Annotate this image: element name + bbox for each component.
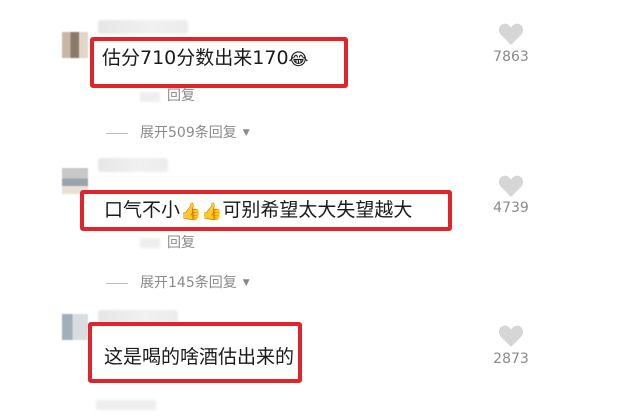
like-count: 2873: [493, 351, 529, 367]
expand-replies-button[interactable]: 展开145条回复 ▼: [106, 272, 250, 292]
like-count: 4739: [493, 200, 529, 216]
reply-button[interactable]: 回复: [167, 85, 195, 105]
divider: [106, 132, 128, 134]
divider: [106, 282, 128, 284]
comment-text: 这是喝的啥酒估出来的: [104, 346, 295, 368]
heart-icon[interactable]: [498, 174, 524, 198]
comment-text-after: 可别希望太大失望越大: [222, 199, 413, 221]
comment-item: 口气不小👍👍可别希望太大失望越大 回复 展开145条回复 ▼ 4739: [0, 150, 640, 300]
heart-icon[interactable]: [498, 22, 524, 46]
heart-icon[interactable]: [498, 324, 524, 348]
like-count: 7863: [493, 49, 529, 65]
comment-text-before: 口气不小: [104, 199, 181, 221]
expand-replies-button[interactable]: 展开509条回复 ▼: [106, 122, 250, 142]
avatar[interactable]: [62, 32, 88, 58]
expand-replies-label: 展开509条回复: [140, 125, 237, 141]
thumbs-up-emoji-icon: 👍👍: [180, 202, 223, 222]
username-blurred[interactable]: [98, 20, 188, 34]
avatar[interactable]: [62, 314, 88, 340]
reply-time-blurred: [96, 400, 156, 410]
reply-time-blurred: [140, 92, 160, 102]
reply-button[interactable]: 回复: [167, 232, 195, 252]
expand-replies-label: 展开145条回复: [140, 275, 237, 291]
caret-down-icon: ▼: [242, 278, 250, 288]
comment-text-content: 估分710分数出来170: [102, 47, 289, 69]
comment-item: 这是喝的啥酒估出来的 2873: [0, 300, 640, 416]
comment-text: 口气不小👍👍可别希望太大失望越大: [104, 198, 412, 224]
username-blurred[interactable]: [98, 158, 168, 172]
reply-time-blurred: [140, 238, 160, 248]
comment-item: 估分710分数出来170😂 回复 展开509条回复 ▼ 7863: [0, 0, 640, 150]
laughing-emoji-icon: 😂: [288, 50, 309, 70]
comment-text: 估分710分数出来170😂: [102, 46, 308, 72]
caret-down-icon: ▼: [242, 128, 250, 138]
